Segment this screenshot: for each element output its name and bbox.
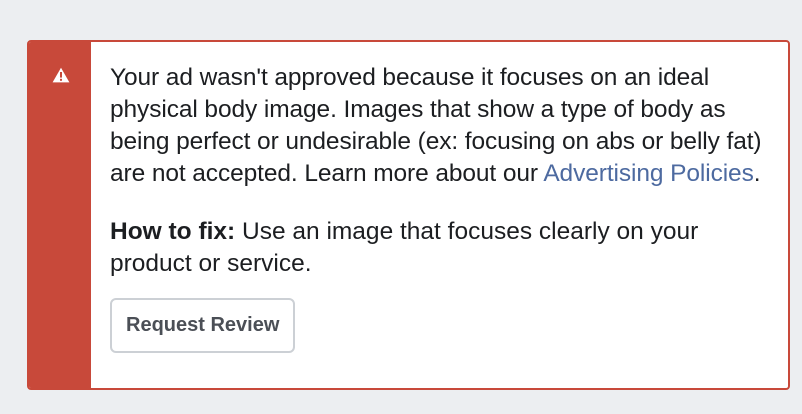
request-review-button[interactable]: Request Review — [110, 298, 296, 353]
warning-icon — [52, 67, 70, 83]
how-to-fix: How to fix: Use an image that focuses cl… — [110, 216, 772, 280]
fix-label: How to fix: — [110, 218, 236, 245]
warning-stripe — [29, 42, 91, 388]
rejection-message: Your ad wasn't approved because it focus… — [110, 62, 772, 190]
message-end: . — [753, 160, 761, 187]
ad-rejection-notice: Your ad wasn't approved because it focus… — [27, 40, 790, 390]
advertising-policies-link[interactable]: Advertising Policies — [543, 160, 754, 187]
notice-content: Your ad wasn't approved because it focus… — [91, 42, 788, 388]
